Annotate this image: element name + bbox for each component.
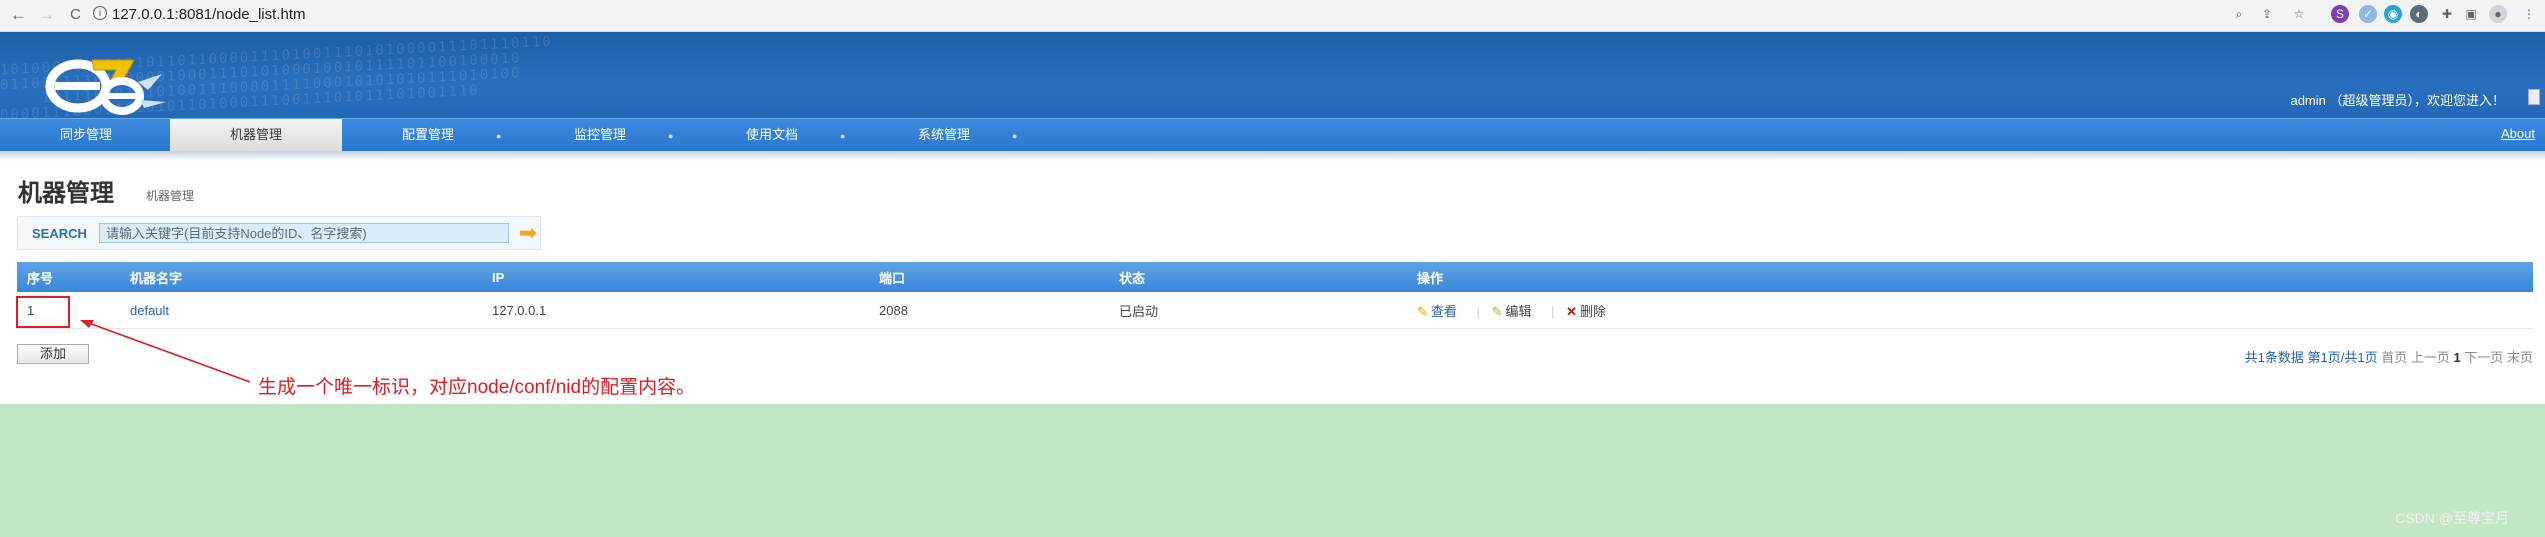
- watermark: CSDN @至尊宝月: [2395, 510, 2509, 526]
- annotation-arrow: [80, 320, 251, 383]
- annotation-text: 生成一个唯一标识，对应node/conf/nid的配置内容。: [258, 377, 696, 398]
